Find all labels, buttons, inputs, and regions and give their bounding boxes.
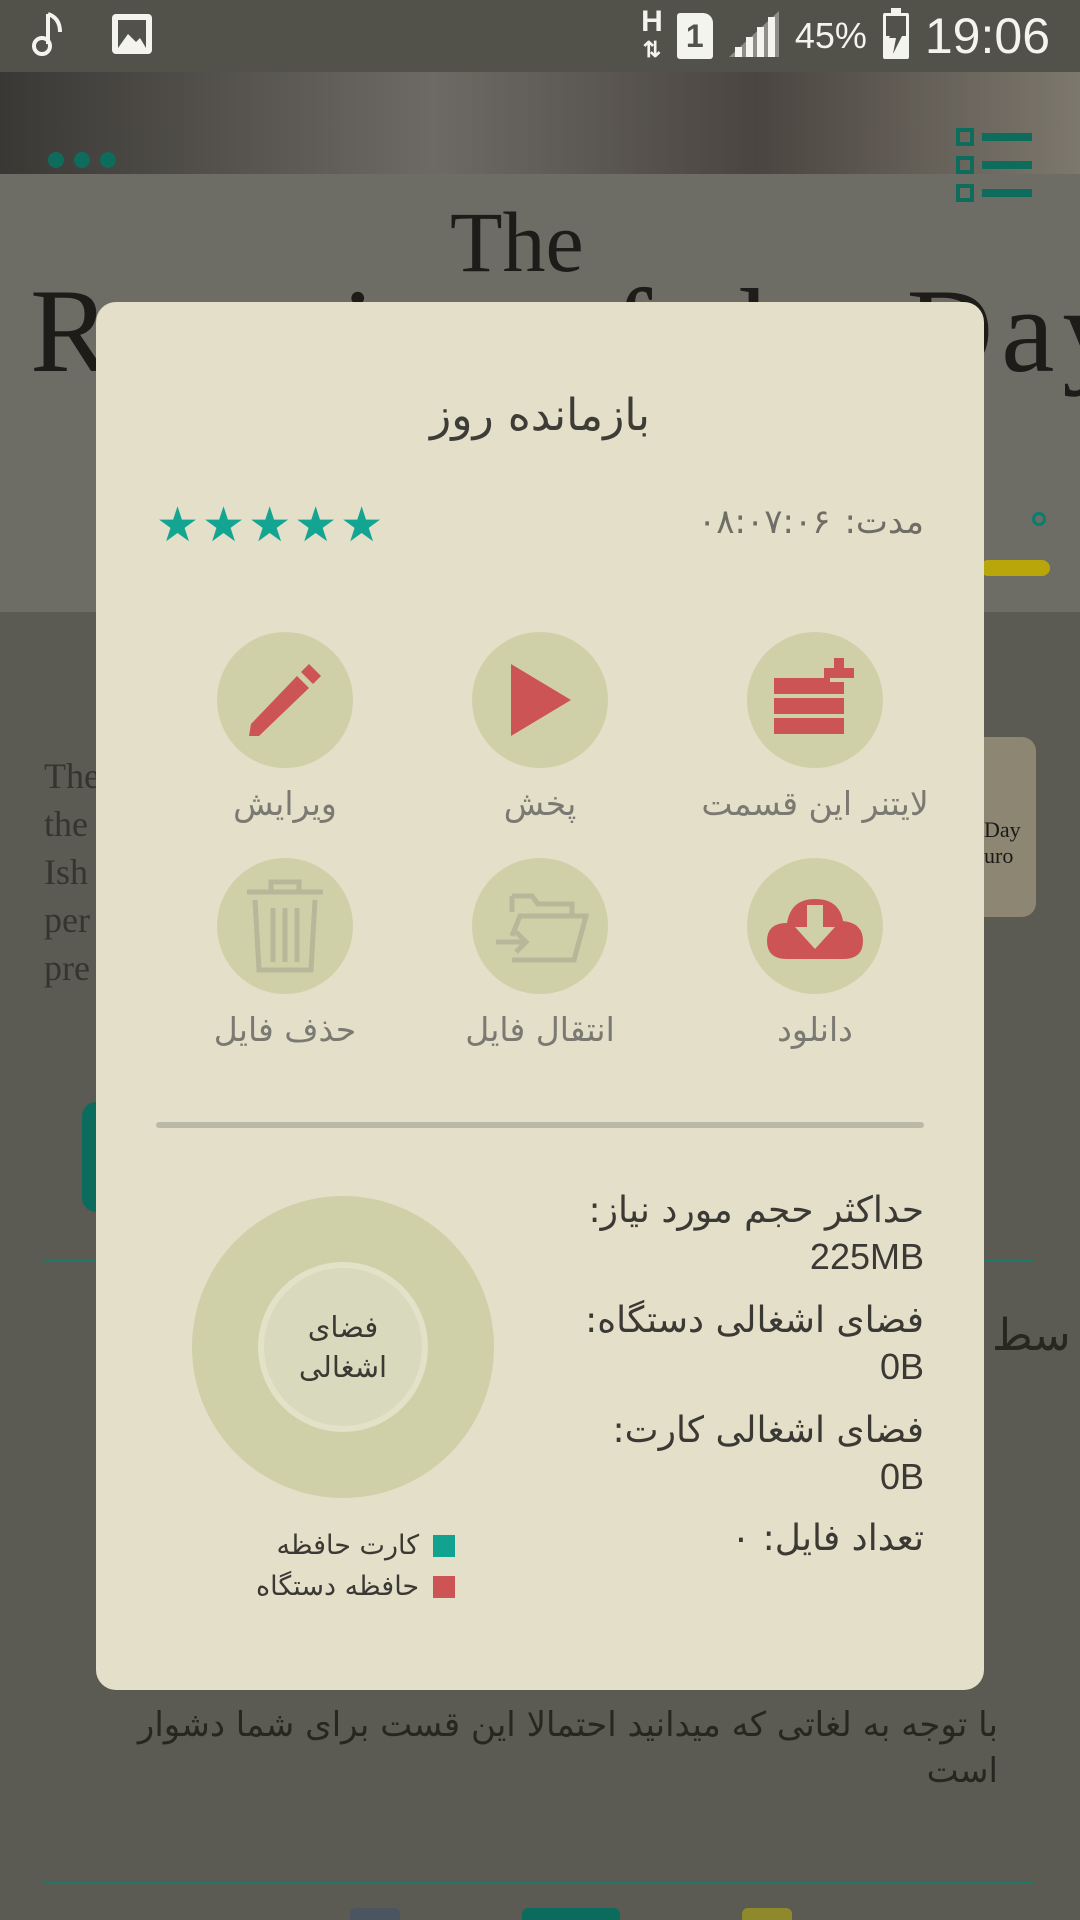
dialog-divider bbox=[156, 1122, 924, 1128]
status-bar: H ⇅ 1 45% 19:06 bbox=[0, 0, 1080, 72]
play-button[interactable]: پخش bbox=[405, 632, 675, 823]
duration: مدت: ۰۸:۰۷:۰۶ bbox=[698, 502, 924, 542]
overflow-menu-icon[interactable] bbox=[48, 152, 116, 168]
trash-icon bbox=[217, 858, 353, 994]
legend-item-device: حافظه دستگاه bbox=[256, 1571, 456, 1602]
network-type: H bbox=[641, 5, 663, 38]
file-count-label: تعداد فایل: bbox=[762, 1518, 924, 1559]
star-icon: ★ bbox=[248, 497, 292, 553]
pencil-icon bbox=[217, 632, 353, 768]
download-button[interactable]: دانلود bbox=[680, 858, 950, 1049]
star-rating: ★ ★ ★ ★ ★ bbox=[156, 498, 383, 552]
sim-icon: 1 bbox=[676, 13, 713, 59]
description-line: per bbox=[44, 900, 90, 940]
donut-center-label: فضای اشغالی bbox=[298, 1310, 388, 1384]
donut-center: فضای اشغالی bbox=[258, 1262, 428, 1432]
hero-progress-bar bbox=[980, 560, 1050, 576]
card-space-value: 0B bbox=[879, 1456, 924, 1497]
delete-file-label: حذف فایل bbox=[213, 1010, 357, 1049]
duration-value: ۰۸:۰۷:۰۶ bbox=[697, 502, 831, 542]
leitner-label: لایتنر این قسمت bbox=[701, 784, 929, 823]
legend-label-card: کارت حافظه bbox=[276, 1530, 420, 1561]
leitner-add-icon bbox=[747, 632, 883, 768]
leitner-button[interactable]: لایتنر این قسمت bbox=[680, 632, 950, 823]
device-space-stat: فضای اشغالی دستگاه: 0B bbox=[504, 1298, 924, 1390]
file-count-value: ۰ bbox=[731, 1518, 751, 1559]
list-menu-icon[interactable] bbox=[956, 124, 1036, 208]
move-file-button[interactable]: انتقال فایل bbox=[405, 858, 675, 1049]
max-size-stat: حداکثر حجم مورد نیاز: 225MB bbox=[504, 1188, 924, 1280]
donut-legend: کارت حافظه حافظه دستگاه bbox=[256, 1530, 456, 1612]
play-icon bbox=[472, 632, 608, 768]
clock: 19:06 bbox=[924, 8, 1050, 64]
edit-button[interactable]: ویرایش bbox=[150, 632, 420, 823]
play-label: پخش bbox=[503, 784, 577, 823]
download-label: دانلود bbox=[777, 1010, 853, 1049]
section-heading: سط bbox=[992, 1310, 1071, 1361]
max-size-label: حداکثر حجم مورد نیاز: bbox=[588, 1190, 924, 1231]
delete-file-button[interactable]: حذف فایل bbox=[150, 858, 420, 1049]
hero-indicator-dot bbox=[1032, 512, 1046, 526]
storage-stats: حداکثر حجم مورد نیاز: 225MB فضای اشغالی … bbox=[504, 1188, 924, 1577]
description-line: The bbox=[44, 756, 100, 796]
cloud-download-icon bbox=[747, 858, 883, 994]
edit-label: ویرایش bbox=[233, 784, 337, 823]
description-line: the bbox=[44, 804, 88, 844]
device-space-value: 0B bbox=[879, 1346, 924, 1387]
image-icon bbox=[110, 12, 154, 60]
music-note-icon bbox=[30, 10, 70, 62]
description-line: pre bbox=[44, 948, 90, 988]
duration-label: مدت: bbox=[844, 502, 924, 542]
max-size-value: 225MB bbox=[809, 1236, 924, 1277]
book-description: The the Ish per pre bbox=[44, 752, 100, 992]
hero-photo bbox=[0, 72, 1080, 174]
thumbnail-text: Day uro bbox=[984, 817, 1021, 868]
battery-charging-icon bbox=[881, 8, 911, 64]
legend-swatch-card bbox=[433, 1534, 456, 1557]
battery-percent: 45% bbox=[794, 15, 867, 56]
book-thumbnail[interactable]: Day uro bbox=[980, 737, 1036, 917]
star-icon: ★ bbox=[156, 497, 200, 553]
signal-icon bbox=[727, 9, 781, 63]
folder-move-icon bbox=[472, 858, 608, 994]
card-space-stat: فضای اشغالی کارت: 0B bbox=[504, 1408, 924, 1500]
divider bbox=[44, 1882, 1034, 1884]
legend-item-card: کارت حافظه bbox=[256, 1530, 456, 1561]
legend-swatch-device bbox=[433, 1575, 456, 1598]
card-space-label: فضای اشغالی کارت: bbox=[612, 1410, 924, 1451]
star-icon: ★ bbox=[340, 497, 384, 553]
legend-label-device: حافظه دستگاه bbox=[256, 1571, 420, 1602]
device-space-label: فضای اشغالی دستگاه: bbox=[585, 1300, 924, 1341]
storage-donut-chart: فضای اشغالی bbox=[192, 1196, 494, 1498]
file-count-stat: تعداد فایل: ۰ bbox=[504, 1518, 924, 1559]
bottom-tab-bar bbox=[0, 1908, 1080, 1920]
difficulty-note: با توجه به لغاتی که میدانید احتمالا این … bbox=[137, 1705, 998, 1791]
star-icon: ★ bbox=[202, 497, 246, 553]
dialog-title: بازمانده روز bbox=[430, 390, 650, 441]
data-transfer-icon: H ⇅ bbox=[641, 5, 663, 63]
move-file-label: انتقال فایل bbox=[465, 1010, 615, 1049]
description-line: Ish bbox=[44, 852, 88, 892]
star-icon: ★ bbox=[294, 497, 338, 553]
sim-slot: 1 bbox=[685, 17, 704, 54]
episode-dialog: بازمانده روز مدت: ۰۸:۰۷:۰۶ ★ ★ ★ ★ ★ لای… bbox=[96, 302, 984, 1690]
